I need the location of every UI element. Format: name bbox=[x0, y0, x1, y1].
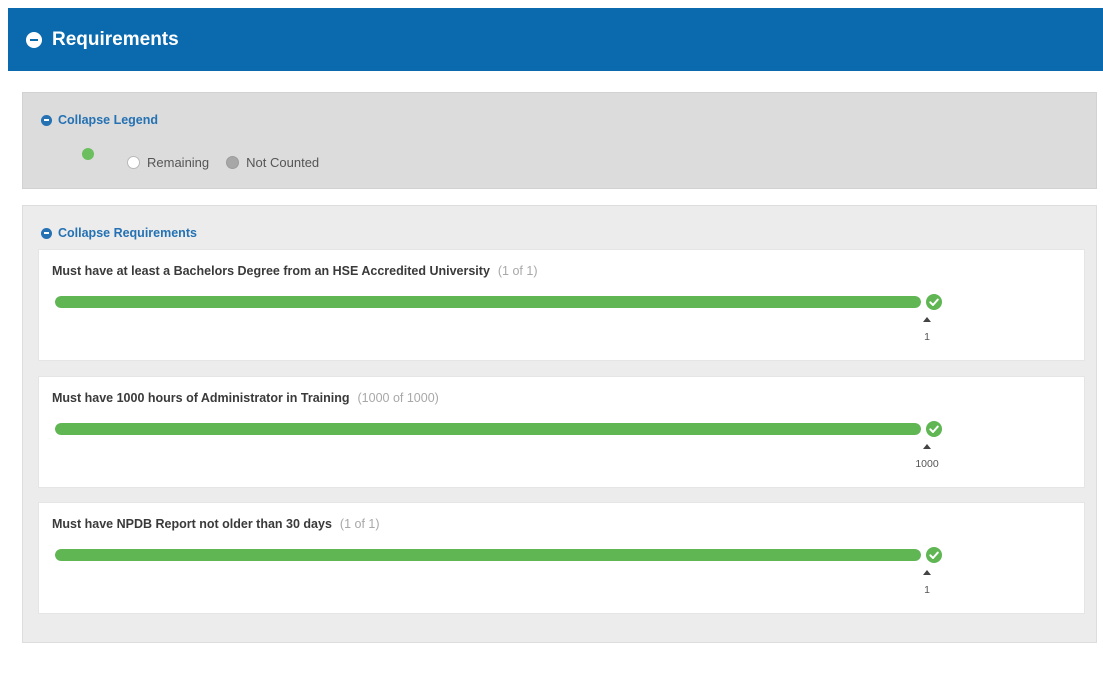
requirement-count: (1000 of 1000) bbox=[357, 391, 439, 405]
progress-marker-icon bbox=[923, 444, 931, 449]
collapse-requirements-link[interactable]: Collapse Requirements bbox=[41, 226, 197, 240]
legend-not-counted-dot bbox=[226, 156, 240, 169]
check-circle-icon bbox=[926, 294, 942, 310]
requirement-title: Must have 1000 hours of Administrator in… bbox=[52, 391, 439, 405]
requirement-progress-bar bbox=[55, 423, 921, 435]
requirement-title-text: Must have 1000 hours of Administrator in… bbox=[52, 391, 350, 405]
legend-items: Remaining Not Counted bbox=[127, 155, 319, 170]
collapse-minus-icon bbox=[41, 227, 52, 239]
legend-not-counted-label: Not Counted bbox=[246, 155, 320, 170]
progress-marker-icon bbox=[923, 570, 931, 575]
legend-met-dot bbox=[82, 148, 94, 160]
check-circle-icon bbox=[926, 547, 942, 563]
progress-marker-icon bbox=[923, 317, 931, 322]
collapse-requirements-label: Collapse Requirements bbox=[58, 226, 197, 240]
check-circle-icon bbox=[926, 421, 942, 437]
requirement-title-text: Must have at least a Bachelors Degree fr… bbox=[52, 264, 490, 278]
requirement-title: Must have at least a Bachelors Degree fr… bbox=[52, 264, 538, 278]
requirement-title: Must have NPDB Report not older than 30 … bbox=[52, 517, 380, 531]
requirements-panel: Requirements Collapse Legend Remaining N… bbox=[8, 8, 1103, 673]
progress-marker-value: 1000 bbox=[915, 458, 939, 470]
requirement-progress-fill bbox=[55, 296, 921, 308]
requirement-title-text: Must have NPDB Report not older than 30 … bbox=[52, 517, 332, 531]
collapse-minus-icon bbox=[41, 114, 52, 126]
requirements-section: Collapse Requirements Must have at least… bbox=[22, 205, 1097, 643]
collapse-legend-link[interactable]: Collapse Legend bbox=[41, 113, 158, 127]
collapse-minus-icon[interactable] bbox=[26, 31, 42, 48]
requirement-count: (1 of 1) bbox=[497, 264, 538, 278]
legend-box: Collapse Legend Remaining Not Counted bbox=[22, 92, 1097, 189]
legend-remaining-dot bbox=[127, 156, 140, 169]
collapse-legend-label: Collapse Legend bbox=[58, 113, 159, 127]
requirements-title: Requirements bbox=[52, 28, 179, 50]
progress-marker-value: 1 bbox=[924, 331, 930, 343]
legend-remaining-label: Remaining bbox=[147, 155, 210, 170]
requirements-header[interactable]: Requirements bbox=[8, 8, 1103, 71]
requirement-card: Must have 1000 hours of Administrator in… bbox=[38, 376, 1085, 488]
requirement-progress-fill bbox=[55, 423, 921, 435]
progress-marker-value: 1 bbox=[924, 584, 930, 596]
requirement-card: Must have NPDB Report not older than 30 … bbox=[38, 502, 1085, 614]
requirement-count: (1 of 1) bbox=[339, 517, 380, 531]
requirement-progress-bar bbox=[55, 296, 921, 308]
requirement-progress-bar bbox=[55, 549, 921, 561]
requirement-card: Must have at least a Bachelors Degree fr… bbox=[38, 249, 1085, 361]
requirement-progress-fill bbox=[55, 549, 921, 561]
